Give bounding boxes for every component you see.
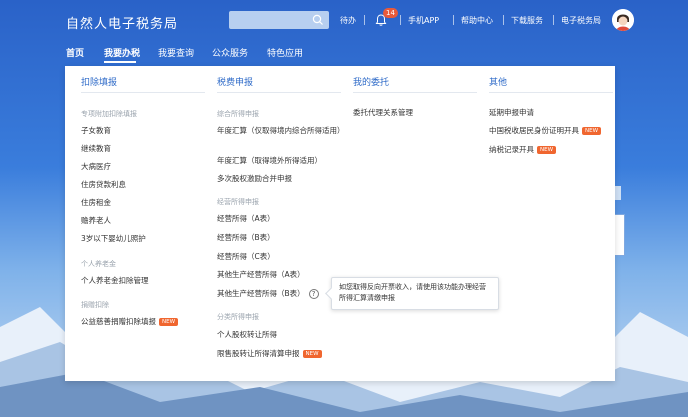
tooltip: 如您取得反向开票收入，请使用该功能办理经营所得汇算清缴申报 [331,277,499,310]
notification-badge: 14 [383,8,398,18]
menu-section-label: 分类所得申报 [217,313,259,321]
menu-item-business-income-b[interactable]: 经营所得（B表） [217,232,275,244]
mobile-app-link[interactable]: 手机APP [408,15,439,26]
nav-tax-filing[interactable]: 我要办税 [104,46,140,59]
menu-item-housing-loan[interactable]: 住房贷款利息 [81,179,126,191]
divider [81,92,205,93]
divider [217,92,341,93]
menu-item-delegation-management[interactable]: 委托代理关系管理 [353,107,413,119]
menu-item-infant-care[interactable]: 3岁以下婴幼儿照护 [81,233,146,245]
nav-query[interactable]: 我要查询 [158,46,194,59]
menu-item-equity-transfer[interactable]: 个人股权转让所得 [217,329,277,341]
divider [553,15,554,25]
divider [503,15,504,25]
menu-item-continuing-education[interactable]: 继续教育 [81,143,111,155]
menu-section-label: 捐赠扣除 [81,301,109,309]
menu-section-label: 专项附加扣除填报 [81,110,137,118]
menu-section-label: 经营所得申报 [217,198,259,206]
new-badge: NEW [159,318,179,326]
background-card-edge [615,214,625,256]
menu-item-housing-rent[interactable]: 住房租金 [81,197,111,209]
new-badge: NEW [537,146,557,154]
menu-item-charity-deduction[interactable]: 公益慈善捐赠扣除填报 NEW [81,316,179,328]
menu-item-annual-settlement-overseas[interactable]: 年度汇算（取得境外所得适用） [217,155,322,167]
search-icon[interactable] [312,14,324,26]
menu-item-pension-deduction[interactable]: 个人养老金扣除管理 [81,275,149,287]
menu-item-elderly-support[interactable]: 赡养老人 [81,215,111,227]
divider [489,92,613,93]
divider [353,92,477,93]
menu-item-child-education[interactable]: 子女教育 [81,125,111,137]
menu-item-restricted-stock[interactable]: 限售股转让所得清算申报 NEW [217,348,322,360]
menu-item-other-business-b[interactable]: 其他生产经营所得（B表）? [217,288,319,300]
nav-featured-apps[interactable]: 特色应用 [267,46,303,59]
divider [364,15,365,25]
menu-item-label: 限售股转让所得清算申报 [217,349,300,358]
menu-section-label: 个人养老金 [81,260,116,268]
new-badge: NEW [582,127,602,135]
todo-link[interactable]: 待办 [340,15,356,26]
nav-home[interactable]: 首页 [66,46,84,59]
menu-item-label: 公益慈善捐赠扣除填报 [81,317,156,326]
divider [453,15,454,25]
menu-item-tax-residency-certificate[interactable]: 中国税收居民身份证明开具 NEW [489,125,602,137]
menu-item-annual-settlement-domestic[interactable]: 年度汇算（仅取得境内综合所得适用） [217,125,345,137]
menu-item-label: 其他生产经营所得（B表） [217,289,305,298]
dropdown-menu-panel: 扣除填报 专项附加扣除填报 子女教育 继续教育 大病医疗 住房贷款利息 住房租金… [65,66,615,381]
menu-item-medical[interactable]: 大病医疗 [81,161,111,173]
menu-item-deferred-filing[interactable]: 延期申报申请 [489,107,534,119]
site-title[interactable]: 自然人电子税务局 [66,13,178,32]
menu-heading-other: 其他 [489,78,508,88]
menu-section-label: 综合所得申报 [217,110,259,118]
new-badge: NEW [302,350,322,358]
menu-heading-deductions: 扣除填报 [81,78,118,88]
menu-heading-my-delegation: 我的委托 [353,78,390,88]
help-center-link[interactable]: 帮助中心 [461,15,493,26]
menu-item-label: 纳税记录开具 [489,145,534,154]
active-nav-indicator [104,61,136,63]
avatar[interactable] [612,9,634,31]
menu-item-business-income-c[interactable]: 经营所得（C表） [217,251,275,263]
e-tax-bureau-link[interactable]: 电子税务局 [561,15,601,26]
background-card-edge [615,186,621,200]
menu-item-equity-incentive[interactable]: 多次股权激励合并申报 [217,173,292,185]
menu-item-other-business-a[interactable]: 其他生产经营所得（A表） [217,269,305,281]
nav-public-service[interactable]: 公众服务 [212,46,248,59]
help-icon[interactable]: ? [308,289,319,299]
download-service-link[interactable]: 下载服务 [511,15,543,26]
divider [400,15,401,25]
menu-item-label: 中国税收居民身份证明开具 [489,126,579,135]
menu-item-business-income-a[interactable]: 经营所得（A表） [217,213,275,225]
user-avatar-icon [612,9,634,31]
search-input[interactable] [229,11,329,29]
menu-item-tax-record[interactable]: 纳税记录开具 NEW [489,144,557,156]
top-header: 自然人电子税务局 待办 14 手机APP 帮助中心 下载服务 电子税务局 [0,0,688,40]
menu-heading-tax-filing: 税费申报 [217,78,254,88]
